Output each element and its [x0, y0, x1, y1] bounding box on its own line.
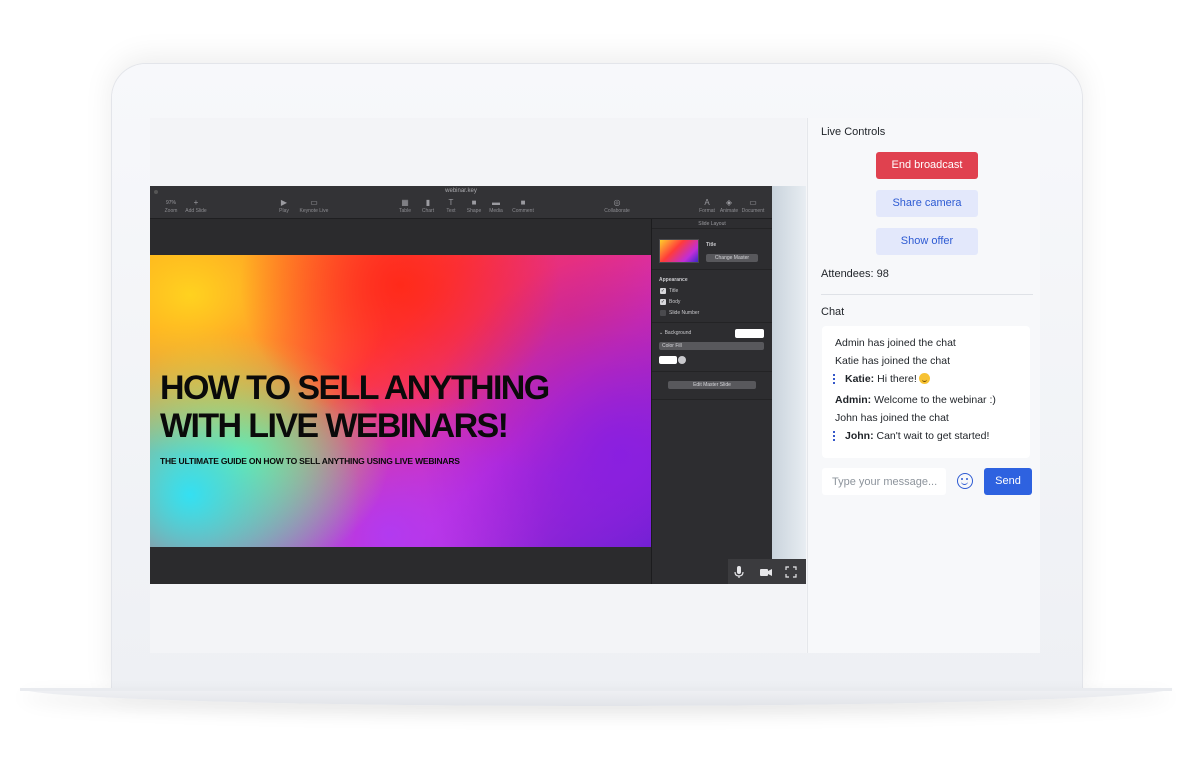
video-area: webinar.key 97% Zoom + Add Slide ▶ Play ▭ Ke…	[150, 118, 806, 653]
fill-color-swatch	[659, 356, 677, 364]
edit-master-slide-button: Edit Master Slide	[668, 381, 756, 389]
microphone-icon[interactable]	[731, 564, 747, 580]
chat-message: John has joined the chat	[835, 412, 949, 424]
keynote-canvas: HOW TO SELL ANYTHING WITH LIVE WEBINARS!…	[150, 219, 651, 584]
add-slide-tool: + Add Slide	[181, 198, 211, 214]
chat-messages: Admin has joined the chat Katie has join…	[822, 326, 1030, 458]
chat-message: John: Can't wait to get started!	[845, 430, 990, 442]
attendees-count: Attendees: 98	[821, 268, 889, 280]
slide: HOW TO SELL ANYTHING WITH LIVE WEBINARS!…	[150, 255, 651, 547]
section-divider	[821, 294, 1033, 295]
slide-title: HOW TO SELL ANYTHING WITH LIVE WEBINARS!	[160, 369, 550, 445]
check-title: ✓	[660, 288, 666, 294]
emoji-picker-icon[interactable]	[957, 473, 973, 489]
show-offer-button[interactable]: Show offer	[876, 228, 978, 255]
chat-message-input[interactable]	[822, 468, 946, 495]
send-button[interactable]: Send	[984, 468, 1032, 495]
change-master-button: Change Master	[706, 254, 758, 262]
background-label: ⌄ Background	[659, 330, 692, 336]
live-panel: Live Controls End broadcast Share camera…	[807, 118, 1040, 653]
check-body-label: Body	[669, 299, 681, 305]
message-marker	[833, 431, 835, 441]
live-controls-title: Live Controls	[821, 126, 886, 138]
chat-message: Admin: Welcome to the webinar :)	[835, 394, 996, 406]
video-controls	[728, 559, 806, 584]
media-icon: ▬	[492, 198, 500, 207]
background-swatch	[735, 329, 764, 338]
media-tool: ▬ Media	[481, 198, 511, 214]
keynote-inspector: Slide Layout Title Change Master Appeara…	[651, 219, 772, 584]
inspector-header: Slide Layout	[652, 219, 772, 229]
fill-type-select: Color Fill	[659, 342, 764, 350]
keynote-live-tool: ▭ Keynote Live	[299, 198, 329, 214]
slide-subtitle: THE ULTIMATE GUIDE ON HOW TO SELL ANYTHI…	[160, 456, 460, 466]
webinar-screen: webinar.key 97% Zoom + Add Slide ▶ Play ▭ Ke…	[150, 118, 1040, 653]
chat-message: Katie has joined the chat	[835, 355, 950, 367]
shared-keynote-window: webinar.key 97% Zoom + Add Slide ▶ Play ▭ Ke…	[150, 186, 772, 584]
chat-message: Admin has joined the chat	[835, 337, 956, 349]
comment-tool: ■ Comment	[508, 198, 538, 214]
check-slide-number	[660, 310, 666, 316]
appearance-label: Appearance	[659, 277, 688, 283]
fullscreen-icon[interactable]	[783, 564, 799, 580]
document-tool: ▭ Document	[738, 198, 768, 214]
play-icon: ▶	[280, 198, 288, 207]
check-slide-number-label: Slide Number	[669, 310, 700, 316]
share-camera-button[interactable]: Share camera	[876, 190, 978, 217]
plus-icon: +	[193, 198, 199, 207]
master-name: Title	[706, 242, 717, 248]
color-wheel-icon	[678, 356, 686, 364]
live-icon: ▭	[310, 198, 318, 207]
smile-emoji-icon	[918, 373, 930, 384]
video-side-strip	[772, 186, 806, 559]
keynote-toolbar: webinar.key 97% Zoom + Add Slide ▶ Play ▭ Ke…	[150, 186, 772, 219]
document-icon: ▭	[749, 198, 757, 207]
collaborate-icon: ◎	[613, 198, 621, 207]
message-marker	[833, 374, 835, 384]
comment-icon: ■	[520, 198, 526, 207]
laptop-base	[20, 688, 1172, 706]
end-broadcast-button[interactable]: End broadcast	[876, 152, 978, 179]
camera-icon[interactable]	[758, 564, 774, 580]
check-title-label: Title	[669, 288, 679, 294]
keynote-window-title: webinar.key	[445, 188, 477, 194]
chat-title: Chat	[821, 306, 845, 318]
play-tool: ▶ Play	[269, 198, 299, 214]
master-thumbnail	[659, 239, 699, 263]
collaborate-tool: ◎ Collaborate	[602, 198, 632, 214]
chat-message: Katie: Hi there!	[845, 373, 930, 385]
check-body: ✓	[660, 299, 666, 305]
